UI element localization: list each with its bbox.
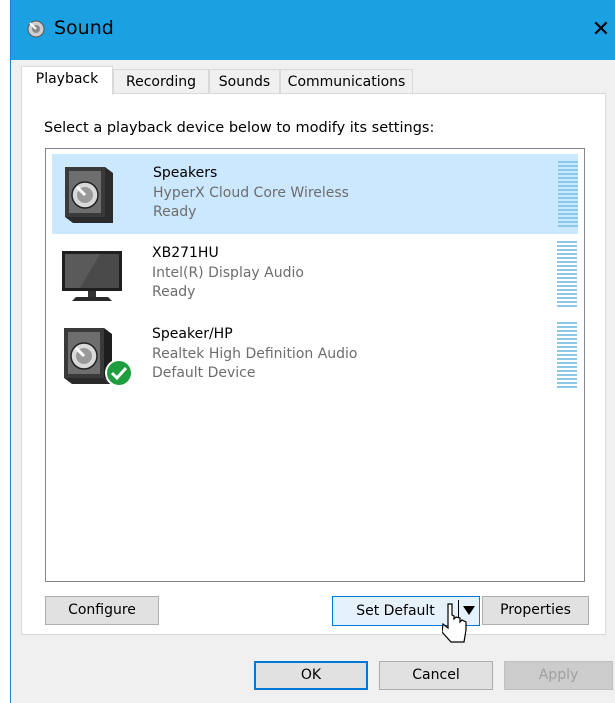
tab-playback[interactable]: Playback <box>21 66 113 95</box>
ok-button[interactable]: OK <box>254 661 368 690</box>
mouse-pointer-icon <box>442 603 467 643</box>
device-description: HyperX Cloud Core Wireless <box>153 185 349 201</box>
device-name: Speakers <box>153 165 218 181</box>
device-status: Ready <box>152 284 196 300</box>
default-device-check-icon <box>105 359 133 387</box>
volume-meter <box>557 322 577 388</box>
set-default-button[interactable]: Set Default <box>333 597 458 625</box>
cancel-button[interactable]: Cancel <box>379 661 493 690</box>
properties-button[interactable]: Properties <box>482 596 589 625</box>
device-row-speaker-hp[interactable]: Speaker/HP Realtek High Definition Audio… <box>52 316 578 396</box>
device-name: XB271HU <box>152 245 219 261</box>
device-status: Ready <box>153 204 197 220</box>
configure-button[interactable]: Configure <box>45 596 159 625</box>
tab-communications[interactable]: Communications <box>280 69 413 94</box>
window-title: Sound <box>54 17 114 39</box>
device-status: Default Device <box>152 365 256 381</box>
sound-dialog: Sound ✕ Playback Recording Sounds Commun… <box>10 0 615 703</box>
tab-recording[interactable]: Recording <box>113 69 209 94</box>
playback-panel: Select a playback device below to modify… <box>21 93 606 635</box>
close-icon[interactable]: ✕ <box>586 14 615 46</box>
title-bar[interactable]: Sound ✕ <box>11 0 615 60</box>
instruction-text: Select a playback device below to modify… <box>44 120 435 136</box>
speaker-icon <box>65 167 113 223</box>
device-row-xb271hu[interactable]: XB271HU Intel(R) Display Audio Ready <box>52 235 578 315</box>
device-row-speakers[interactable]: Speakers HyperX Cloud Core Wireless Read… <box>52 154 578 234</box>
device-list[interactable]: Speakers HyperX Cloud Core Wireless Read… <box>45 148 585 582</box>
tab-sounds[interactable]: Sounds <box>209 69 280 94</box>
device-description: Realtek High Definition Audio <box>152 346 358 362</box>
device-description: Intel(R) Display Audio <box>152 265 304 281</box>
volume-meter <box>557 241 577 307</box>
monitor-icon <box>62 251 122 301</box>
volume-meter <box>558 161 578 227</box>
apply-button[interactable]: Apply <box>504 661 613 690</box>
device-name: Speaker/HP <box>152 326 233 342</box>
sound-app-icon <box>27 20 45 38</box>
